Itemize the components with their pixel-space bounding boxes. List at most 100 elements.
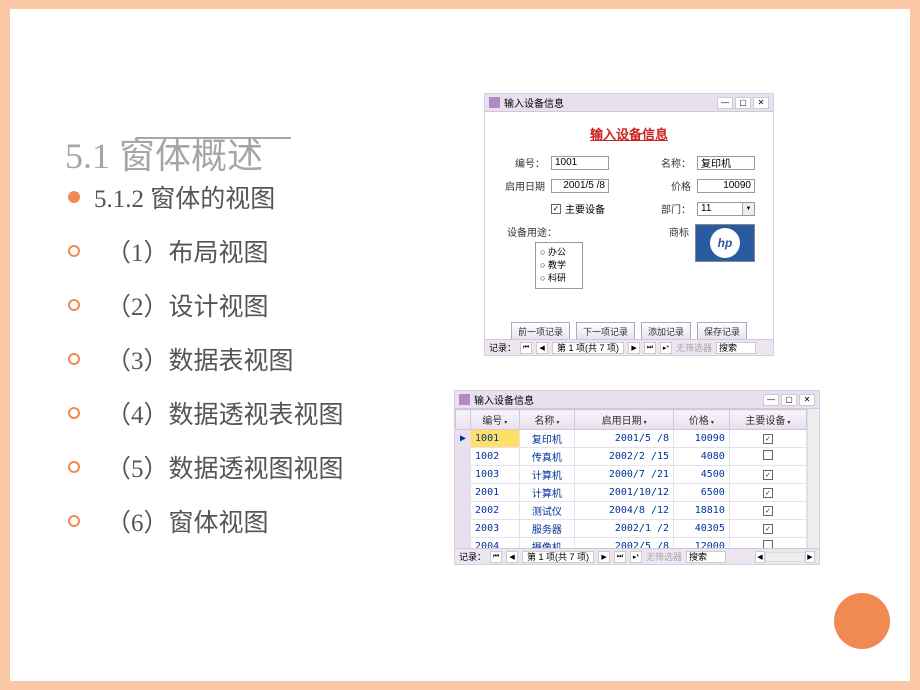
dept-select[interactable]: 11 ▼ [697,202,755,216]
nav-last-button[interactable]: ⏭ [614,551,626,563]
nav-filter: 无筛选器 [646,550,682,563]
bullet-icon [68,191,80,203]
nav-new-button[interactable]: ▸* [630,551,642,563]
checkbox-icon[interactable]: ✓ [763,434,773,444]
name-field[interactable]: 复印机 [697,156,755,170]
use-option[interactable]: ○ 办公 [540,246,578,259]
name-label: 名称： [659,155,691,170]
accent-circle [834,593,890,649]
sub-heading: 5.1.2 窗体的视图 [94,179,275,215]
checkbox-icon[interactable]: ✓ [763,470,773,480]
bullet-icon [68,515,80,527]
chevron-down-icon: ▼ [742,203,754,215]
close-button[interactable]: ✕ [799,394,815,406]
nav-prev-button[interactable]: ◀ [536,342,548,354]
bullet-icon [68,353,80,365]
main-checkbox[interactable]: ✓ [551,204,561,214]
date-field[interactable]: 2001/5 /8 [551,179,609,193]
checkbox-icon[interactable]: ✓ [763,524,773,534]
heading: 5.1 窗体概述 [65,127,263,179]
bullet-icon [68,299,80,311]
heading-underline [136,137,291,139]
checkbox-icon[interactable] [763,540,773,548]
bullet-icon [68,461,80,473]
list-item: （3）数据表视图 [68,341,344,377]
id-label: 编号： [503,155,545,170]
dept-value: 11 [701,203,711,214]
nav-prev-button[interactable]: ◀ [506,551,518,563]
nav-search[interactable]: 搜索 [686,551,726,563]
table-row[interactable]: 2002测试仪2004/8 /1218810✓ [456,502,807,520]
list-item: （1）布局视图 [68,233,344,269]
vertical-scrollbar[interactable] [807,409,819,548]
close-button[interactable]: ✕ [753,97,769,109]
use-option[interactable]: ○ 教学 [540,259,578,272]
nav-filter: 无筛选器 [676,341,712,354]
item-text: （1）布局视图 [106,233,269,269]
item-text: （2）设计视图 [106,287,269,323]
bullet-icon [68,245,80,257]
table-row[interactable]: 2004摄像机2002/5 /812000 [456,538,807,549]
list-item: （5）数据透视图视图 [68,449,344,485]
table-row[interactable]: ▶1001复印机2001/5 /810090✓ [456,430,807,448]
nav-next-button[interactable]: ▶ [628,342,640,354]
table-row[interactable]: 2001计算机2001/10/126500✓ [456,484,807,502]
nav-next-button[interactable]: ▶ [598,551,610,563]
bullet-list: 5.1.2 窗体的视图 （1）布局视图 （2）设计视图 （3）数据表视图 （4）… [68,179,344,557]
nav-position: 第 1 项(共 7 项) [522,551,594,563]
item-text: （4）数据透视表视图 [106,395,344,431]
form-icon [489,97,500,108]
minimize-button[interactable]: — [717,97,733,109]
nav-label: 记录： [489,341,516,354]
nav-search[interactable]: 搜索 [716,342,756,354]
slide: 5.1 窗体概述 5.1.2 窗体的视图 （1）布局视图 （2）设计视图 （3）… [10,9,910,681]
use-option-group[interactable]: ○ 办公 ○ 教学 ○ 科研 [535,242,583,289]
brand-label: 商标 [657,224,689,239]
col-name[interactable]: 名称▾ [519,410,575,430]
col-id[interactable]: 编号▾ [471,410,520,430]
titlebar[interactable]: 输入设备信息 — ▢ ✕ [485,94,773,112]
nav-first-button[interactable]: ⏮ [520,342,532,354]
maximize-button[interactable]: ▢ [735,97,751,109]
dept-label: 部门： [659,201,691,216]
nav-last-button[interactable]: ⏭ [644,342,656,354]
datasheet-table[interactable]: 编号▾ 名称▾ 启用日期▾ 价格▾ 主要设备▾ ▶1001复印机2001/5 /… [455,409,807,548]
nav-new-button[interactable]: ▸* [660,342,672,354]
nav-position: 第 1 项(共 7 项) [552,342,624,354]
form-window: 输入设备信息 — ▢ ✕ 输入设备信息 编号： 1001 名称： 复印机 启用日… [484,93,774,356]
list-item: （2）设计视图 [68,287,344,323]
table-row[interactable]: 1002传真机2002/2 /154080 [456,448,807,466]
col-price[interactable]: 价格▾ [674,410,730,430]
use-label: 设备用途： [503,224,557,239]
nav-first-button[interactable]: ⏮ [490,551,502,563]
titlebar[interactable]: 输入设备信息 — ▢ ✕ [455,391,819,409]
record-navbar: 记录： ⏮ ◀ 第 1 项(共 7 项) ▶ ⏭ ▸* 无筛选器 搜索 ◀▶ [455,548,819,564]
main-label: 主要设备 [565,201,605,216]
list-item: （6）窗体视图 [68,503,344,539]
datasheet-window: 输入设备信息 — ▢ ✕ 编号▾ 名称▾ 启用日期▾ 价格▾ 主要设备▾ [454,390,820,565]
item-text: （3）数据表视图 [106,341,294,377]
horizontal-scrollbar[interactable]: ◀▶ [755,551,815,563]
checkbox-icon[interactable] [763,450,773,460]
list-item: （4）数据透视表视图 [68,395,344,431]
item-text: （5）数据透视图视图 [106,449,344,485]
price-label: 价格 [659,178,691,193]
item-text: （6）窗体视图 [106,503,269,539]
use-option[interactable]: ○ 科研 [540,272,578,285]
minimize-button[interactable]: — [763,394,779,406]
checkbox-icon[interactable]: ✓ [763,506,773,516]
window-title: 输入设备信息 [474,392,763,407]
record-navbar: 记录： ⏮ ◀ 第 1 项(共 7 项) ▶ ⏭ ▸* 无筛选器 搜索 [485,339,773,355]
date-label: 启用日期 [503,178,545,193]
table-row[interactable]: 1003计算机2000/7 /214500✓ [456,466,807,484]
nav-label: 记录： [459,550,486,563]
col-date[interactable]: 启用日期▾ [575,410,674,430]
maximize-button[interactable]: ▢ [781,394,797,406]
price-field[interactable]: 10090 [697,179,755,193]
checkbox-icon[interactable]: ✓ [763,488,773,498]
id-field[interactable]: 1001 [551,156,609,170]
window-title: 输入设备信息 [504,95,717,110]
bullet-icon [68,407,80,419]
col-main[interactable]: 主要设备▾ [729,410,806,430]
table-row[interactable]: 2003服务器2002/1 /240305✓ [456,520,807,538]
